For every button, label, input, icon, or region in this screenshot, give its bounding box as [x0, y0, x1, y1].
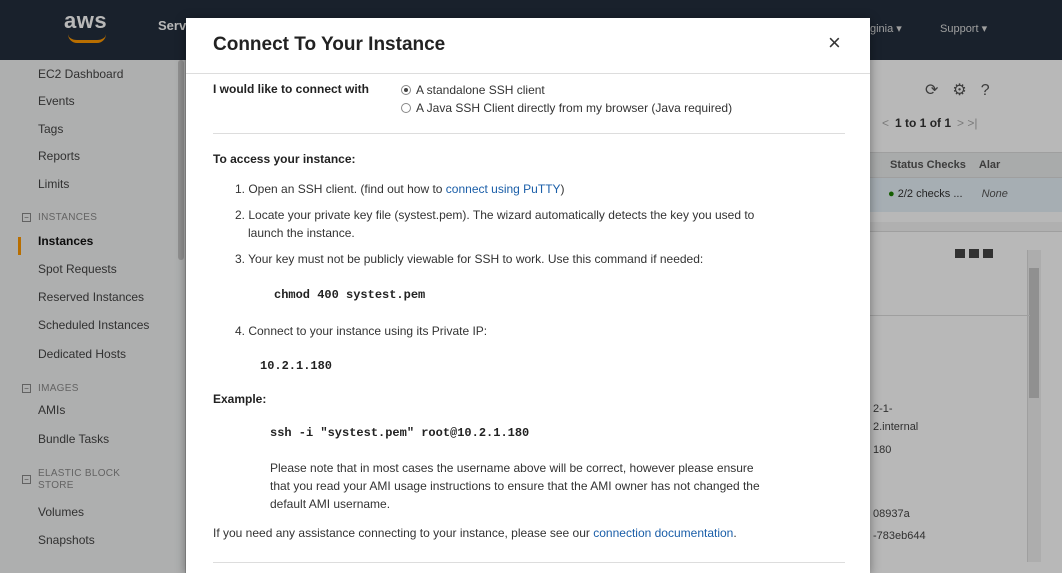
- step-1: 1. Open an SSH client. (find out how to …: [235, 182, 565, 196]
- step-1-text: 1. Open an SSH client. (find out how to: [235, 182, 446, 196]
- radio-java-ssh[interactable]: A Java SSH Client directly from my brows…: [401, 101, 732, 115]
- step-2-line-2: launch the instance.: [248, 226, 355, 240]
- step-4: 4. Connect to your instance using its Pr…: [235, 324, 488, 338]
- connection-documentation-link[interactable]: connection documentation: [593, 526, 733, 540]
- dialog-header: Connect To Your Instance ×: [186, 18, 870, 74]
- note-line-1: Please note that in most cases the usern…: [270, 461, 754, 475]
- step-1-suffix: ): [560, 182, 565, 196]
- assistance-text: If you need any assistance connecting to…: [213, 526, 737, 540]
- access-heading: To access your instance:: [213, 152, 356, 166]
- step-2-line-1: 2. Locate your private key file (systest…: [235, 208, 755, 222]
- ssh-command: ssh -i "systest.pem" root@10.2.1.180: [270, 426, 530, 440]
- connect-dialog: Connect To Your Instance × I would like …: [186, 18, 870, 573]
- dialog-title: Connect To Your Instance: [213, 34, 446, 55]
- radio-standalone-label: A standalone SSH client: [416, 83, 545, 97]
- note-line-2: that you read your AMI usage instruction…: [270, 479, 760, 493]
- step-3: 3. Your key must not be publicly viewabl…: [235, 252, 704, 266]
- private-ip: 10.2.1.180: [260, 359, 333, 373]
- example-heading: Example:: [213, 392, 267, 406]
- chmod-command: chmod 400 systest.pem: [274, 288, 426, 302]
- radio-selected-icon[interactable]: [401, 85, 411, 95]
- radio-standalone-ssh[interactable]: A standalone SSH client: [401, 83, 545, 97]
- radio-java-label: A Java SSH Client directly from my brows…: [416, 101, 733, 115]
- divider: [213, 562, 845, 563]
- assistance-prefix: If you need any assistance connecting to…: [213, 526, 594, 540]
- assistance-suffix: .: [733, 526, 737, 540]
- close-icon[interactable]: ×: [828, 30, 841, 56]
- putty-link[interactable]: connect using PuTTY: [446, 182, 561, 196]
- note-line-3: default AMI username.: [270, 497, 391, 511]
- radio-unselected-icon[interactable]: [401, 103, 411, 113]
- connect-with-label: I would like to connect with: [213, 82, 370, 96]
- dialog-body: I would like to connect with A standalon…: [186, 74, 870, 573]
- divider: [213, 133, 845, 134]
